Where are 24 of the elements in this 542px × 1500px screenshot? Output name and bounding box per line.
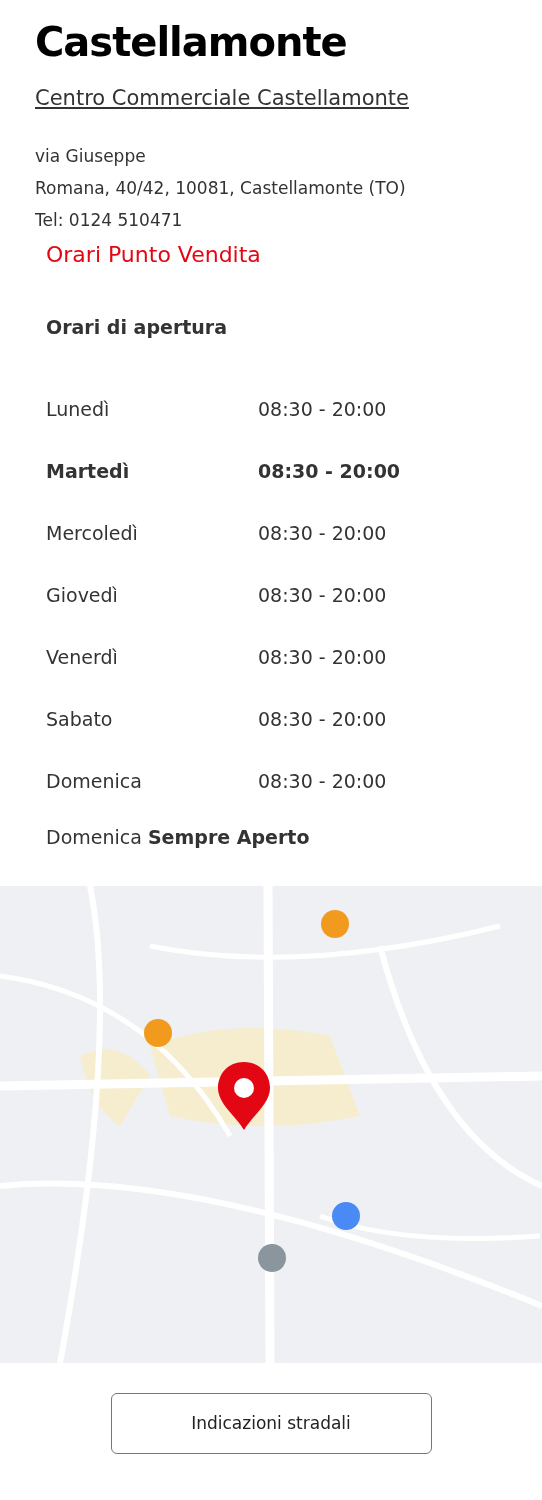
directions-button[interactable]: Indicazioni stradali	[110, 1393, 432, 1454]
hours-value: 08:30 - 20:00	[258, 458, 401, 484]
address-line: Romana, 40/42, 10081, Castellamonte (TO)	[35, 177, 407, 200]
day-label: Giovedì	[46, 582, 119, 608]
hours-value: 08:30 - 20:00	[258, 520, 387, 546]
hours-value: 08:30 - 20:00	[258, 582, 387, 608]
hours-subheading: Orari di apertura	[46, 315, 229, 340]
hours-value: 08:30 - 20:00	[258, 644, 387, 670]
hours-value: 08:30 - 20:00	[258, 768, 387, 794]
day-label: Sabato	[46, 706, 114, 732]
day-label: Martedì	[46, 458, 131, 484]
hours-heading: Orari Punto Vendita	[46, 241, 262, 269]
store-link[interactable]: Centro Commerciale Castellamonte	[35, 84, 409, 112]
day-label: Venerdì	[46, 644, 119, 670]
address-line: Tel: 0124 510471	[35, 209, 184, 232]
day-label: Domenica	[46, 768, 143, 794]
store-title: Castellamonte	[35, 18, 348, 66]
hours-value: 08:30 - 20:00	[258, 706, 387, 732]
day-label: Mercoledì	[46, 520, 139, 546]
address-line: via Giuseppe	[35, 145, 147, 168]
hours-note: Domenica Sempre Aperto	[46, 825, 311, 850]
map-pin-icon[interactable]	[216, 1060, 272, 1132]
day-label: Lunedì	[46, 396, 111, 422]
hours-value: 08:30 - 20:00	[258, 396, 387, 422]
